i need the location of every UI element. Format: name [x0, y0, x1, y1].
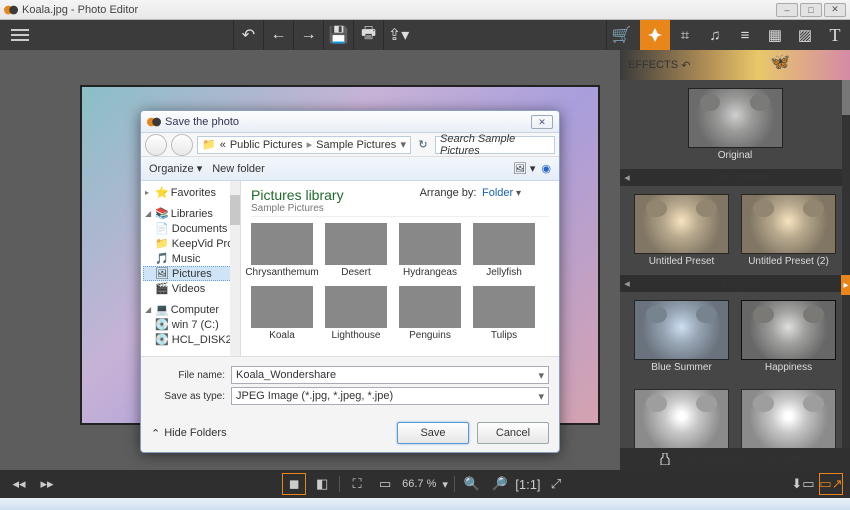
status-bar: ◂◂ ▸▸ ◼ ◧ ⛶ ▭ 66.7 %▾ 🔍 🔎 [1:1] ⤢ ⬇▭ ▭↗ — [0, 470, 850, 498]
main-toolbar: ↶ ← → 💾 🖶 ⇪▾ 🛒 ⌗ ♫ ≡ ▦ ▨ T — [0, 20, 850, 50]
thumb-penguins[interactable]: Penguins — [399, 286, 461, 341]
maximize-button[interactable]: □ — [800, 3, 822, 17]
view-compare[interactable]: ◧ — [311, 474, 333, 494]
zoom-out[interactable]: 🔍 — [461, 474, 483, 494]
effects-panel: EFFECTS ↶ Original ◂User presets Untitle… — [620, 50, 850, 470]
search-input[interactable]: Search Sample Pictures — [435, 136, 555, 154]
section-user-presets[interactable]: ◂User presets — [620, 169, 850, 186]
saveas-label: Save as type: — [151, 391, 225, 402]
folder-tree[interactable]: ▸⭐ Favorites ◢📚 Libraries 📄 Documents 📁 … — [141, 181, 241, 356]
cart-button[interactable]: 🛒 — [606, 20, 636, 50]
tree-music[interactable]: 🎵 Music — [143, 251, 238, 266]
effect-blue-summer[interactable]: Blue Summer — [634, 300, 729, 373]
effect-original[interactable]: Original — [688, 88, 783, 161]
thumb-koala[interactable]: Koala — [251, 286, 313, 341]
tab-texture[interactable]: ▨ — [790, 20, 820, 50]
effect-happiness[interactable]: Happiness — [741, 300, 836, 373]
dialog-app-icon — [147, 115, 161, 129]
effects-label: EFFECTS — [628, 59, 678, 71]
dialog-title: Save the photo — [165, 116, 531, 128]
effect-untitled-preset-2[interactable]: Untitled Preset (2) — [741, 194, 836, 267]
minimize-button[interactable]: – — [776, 3, 798, 17]
window-title: Koala.jpg - Photo Editor — [22, 4, 776, 16]
window-titlebar: Koala.jpg - Photo Editor – □ ✕ — [0, 0, 850, 20]
tree-scrollbar[interactable] — [230, 181, 240, 356]
tab-adjust[interactable]: ♫ — [700, 20, 730, 50]
thumb-chrysanthemum[interactable]: Chrysanthemum — [251, 223, 313, 278]
file-library: Pictures library Sample Pictures Arrange… — [241, 181, 559, 356]
export-button[interactable]: ▭↗ — [820, 474, 842, 494]
history-fwd-button[interactable]: → — [293, 20, 323, 50]
filename-label: File name: — [151, 370, 225, 381]
view-single[interactable]: ◼ — [283, 474, 305, 494]
view-mode-button[interactable]: 🖼 ▾ — [513, 162, 536, 175]
tree-documents[interactable]: 📄 Documents — [143, 221, 238, 236]
thumb-desert[interactable]: Desert — [325, 223, 387, 278]
library-subheading: Sample Pictures — [251, 203, 549, 214]
section-popular[interactable]: ◂Popular — [620, 275, 850, 292]
close-button[interactable]: ✕ — [824, 3, 846, 17]
effects-header: EFFECTS ↶ — [620, 50, 850, 80]
tree-hcl[interactable]: 💽 HCL_DISK2 (D:) — [143, 332, 238, 347]
effects-reset-icon[interactable]: ↶ — [681, 59, 690, 72]
thumb-lighthouse[interactable]: Lighthouse — [325, 286, 387, 341]
effect-more-1[interactable] — [634, 389, 729, 448]
new-folder-button[interactable]: New folder — [212, 163, 265, 175]
thumb-hydrangeas[interactable]: Hydrangeas — [399, 223, 461, 278]
nav-next[interactable]: ▸▸ — [36, 474, 58, 494]
undo-button[interactable]: ↶ — [233, 20, 263, 50]
actual-size-button[interactable]: ▭ — [374, 474, 396, 494]
os-taskbar — [0, 498, 850, 510]
nav-forward-button[interactable] — [171, 134, 193, 156]
fit-button[interactable]: ⛶ — [346, 474, 368, 494]
thumb-jellyfish[interactable]: Jellyfish — [473, 223, 535, 278]
folder-icon: 📁 — [202, 138, 216, 151]
tree-keepvid[interactable]: 📁 KeepVid Pro — [143, 236, 238, 251]
refresh-button[interactable]: ↻ — [415, 138, 431, 151]
dialog-close-button[interactable]: ✕ — [531, 115, 553, 129]
zoom-value: 66.7 % — [402, 478, 436, 490]
effect-untitled-preset[interactable]: Untitled Preset — [634, 194, 729, 267]
tree-win7[interactable]: 💽 win 7 (C:) — [143, 317, 238, 332]
dialog-titlebar: Save the photo ✕ — [141, 111, 559, 133]
tree-videos[interactable]: 🎬 Videos — [143, 281, 238, 296]
thumb-tulips[interactable]: Tulips — [473, 286, 535, 341]
save-as-new-effect[interactable]: Save settings as new effect — [620, 448, 850, 470]
tab-text[interactable]: T — [820, 20, 850, 50]
dialog-cancel-button[interactable]: Cancel — [477, 422, 549, 444]
save-dialog: Save the photo ✕ 📁 « Public Pictures▸ Sa… — [140, 110, 560, 453]
dialog-nav: 📁 « Public Pictures▸ Sample Pictures ▾ ↻… — [141, 133, 559, 157]
help-button[interactable]: ◉ — [541, 162, 551, 175]
tab-crop[interactable]: ⌗ — [670, 20, 700, 50]
history-back-button[interactable]: ← — [263, 20, 293, 50]
tab-effects[interactable] — [640, 20, 670, 50]
hide-folders-toggle[interactable]: ⌃Hide Folders — [151, 427, 227, 440]
tab-tune[interactable]: ≡ — [730, 20, 760, 50]
effect-more-2[interactable] — [741, 389, 836, 448]
effects-scrollbar[interactable] — [842, 80, 850, 448]
app-icon — [4, 3, 18, 17]
tool-tabs: ⌗ ♫ ≡ ▦ ▨ T — [640, 20, 850, 50]
breadcrumb[interactable]: 📁 « Public Pictures▸ Sample Pictures ▾ — [197, 136, 411, 154]
zoom-100[interactable]: [1:1] — [517, 474, 539, 494]
tab-frames[interactable]: ▦ — [760, 20, 790, 50]
share-button[interactable]: ⇪▾ — [383, 20, 413, 50]
save-button[interactable]: 💾 — [323, 20, 353, 50]
organize-menu[interactable]: Organize ▾ — [149, 162, 202, 175]
panel-expand-tab[interactable]: ▸ — [841, 275, 850, 295]
zoom-in[interactable]: 🔎 — [489, 474, 511, 494]
saveas-select[interactable]: JPEG Image (*.jpg, *.jpeg, *.jpe)▾ — [231, 387, 549, 405]
filename-input[interactable]: Koala_Wondershare▾ — [231, 366, 549, 384]
nav-back-button[interactable] — [145, 134, 167, 156]
menu-button[interactable] — [0, 34, 40, 36]
zoom-fit[interactable]: ⤢ — [545, 474, 567, 494]
dialog-save-button[interactable]: Save — [397, 422, 469, 444]
nav-prev[interactable]: ◂◂ — [8, 474, 30, 494]
arrange-by[interactable]: Arrange by: Folder ▾ — [420, 187, 521, 199]
import-button[interactable]: ⬇▭ — [792, 474, 814, 494]
tree-pictures[interactable]: 🖼 Pictures — [143, 266, 238, 281]
print-button[interactable]: 🖶 — [353, 20, 383, 50]
